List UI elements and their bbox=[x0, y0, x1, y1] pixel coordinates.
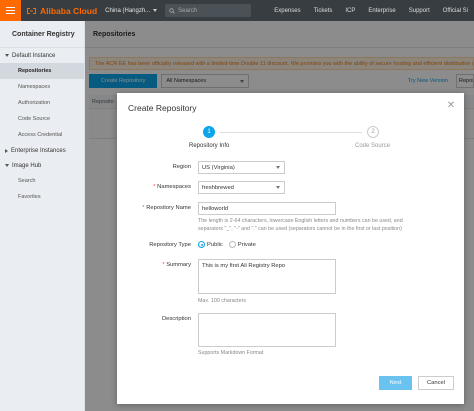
sidebar-group-enterprise-instances[interactable]: Enterprise Instances bbox=[0, 143, 84, 158]
sidebar: Container Registry Default Instance Repo… bbox=[0, 21, 85, 411]
sidebar-item-namespaces[interactable]: Namespaces bbox=[0, 79, 84, 95]
alibaba-logo-icon bbox=[27, 7, 36, 14]
radio-public[interactable]: Public bbox=[198, 241, 223, 248]
sidebar-group-label: Image Hub bbox=[12, 162, 42, 169]
alibaba-cloud-logo[interactable]: Alibaba Cloud bbox=[26, 6, 97, 16]
repository-type-label: Repository Type bbox=[149, 242, 191, 248]
region-label: China (Hangzh... bbox=[105, 7, 151, 14]
step-1-circle: 1 bbox=[203, 126, 215, 138]
top-link-icp[interactable]: ICP bbox=[345, 8, 355, 14]
caret-down-icon bbox=[5, 164, 9, 167]
description-hint: Supports Markdown Format bbox=[198, 350, 264, 356]
sidebar-item-repositories[interactable]: Repositories bbox=[0, 63, 84, 79]
summary-label-text: Summary bbox=[166, 262, 191, 268]
top-links: Expenses Tickets ICP Enterprise Support … bbox=[274, 8, 474, 14]
radio-unselected-icon bbox=[228, 241, 236, 248]
caret-down-icon bbox=[5, 54, 9, 57]
repository-name-hint: The length is 2-64 characters, lowercase… bbox=[198, 218, 403, 233]
region-select[interactable]: US (Virginia) bbox=[198, 161, 285, 174]
sidebar-item-code-source[interactable]: Code Source bbox=[0, 111, 84, 127]
repository-name-hint-line-2: separators "_", "-" and "." can be used … bbox=[198, 225, 402, 232]
step-2-circle: 2 bbox=[367, 126, 379, 138]
top-link-enterprise[interactable]: Enterprise bbox=[368, 8, 395, 14]
sidebar-item-authorization[interactable]: Authorization bbox=[0, 95, 84, 111]
radio-private[interactable]: Private bbox=[228, 241, 256, 248]
hamburger-menu-icon[interactable] bbox=[0, 0, 21, 21]
search-input[interactable]: Search bbox=[165, 4, 252, 17]
summary-textarea[interactable]: This is my first Ali Registry Repo bbox=[198, 259, 336, 294]
top-link-support[interactable]: Support bbox=[409, 8, 430, 14]
top-link-expenses[interactable]: Expenses bbox=[274, 8, 300, 14]
sidebar-title: Container Registry bbox=[0, 21, 84, 48]
sidebar-item-search[interactable]: Search bbox=[0, 173, 84, 189]
step-indicator: 1 2 Repository Info Code Source bbox=[117, 126, 464, 154]
description-textarea[interactable] bbox=[198, 313, 336, 347]
search-icon bbox=[169, 7, 175, 14]
top-link-tickets[interactable]: Tickets bbox=[314, 8, 333, 14]
namespace-value: freshbrewed bbox=[202, 184, 234, 191]
description-label: Description bbox=[162, 316, 191, 322]
region-label-text: Region bbox=[172, 164, 191, 170]
chevron-down-icon bbox=[153, 9, 158, 12]
radio-public-label: Public bbox=[207, 241, 223, 248]
chevron-down-icon bbox=[276, 166, 280, 169]
close-icon[interactable]: ✕ bbox=[446, 101, 456, 111]
radio-private-label: Private bbox=[237, 241, 256, 248]
repository-name-label-text: Repository Name bbox=[146, 205, 191, 211]
step-connector bbox=[220, 132, 362, 133]
create-repository-dialog: Create Repository ✕ 1 2 Repository Info … bbox=[117, 93, 464, 404]
namespace-label: * Namespaces bbox=[137, 184, 191, 190]
summary-value: This is my first Ali Registry Repo bbox=[202, 263, 286, 269]
region-selector[interactable]: China (Hangzh... bbox=[105, 7, 158, 14]
sidebar-group-image-hub[interactable]: Image Hub bbox=[0, 158, 84, 173]
repository-name-value: helloworld bbox=[202, 205, 229, 212]
sidebar-group-label: Enterprise Instances bbox=[11, 147, 66, 154]
namespace-label-text: Namespaces bbox=[157, 184, 191, 190]
sidebar-group-default-instance[interactable]: Default Instance bbox=[0, 48, 84, 63]
repository-type-radio-group: Public Private bbox=[198, 241, 262, 248]
top-link-official-site[interactable]: Official Si bbox=[443, 8, 468, 14]
logo-text: Alibaba Cloud bbox=[40, 5, 98, 16]
step-2-label: Code Source bbox=[355, 143, 391, 149]
dialog-title: Create Repository bbox=[128, 103, 197, 113]
step-1-label: Repository Info bbox=[189, 143, 230, 149]
summary-label: * Summary bbox=[153, 262, 191, 268]
next-button[interactable]: Next bbox=[379, 376, 412, 390]
sidebar-item-access-credential[interactable]: Access Credential bbox=[0, 127, 84, 143]
repository-name-input[interactable]: helloworld bbox=[198, 202, 336, 215]
search-placeholder: Search bbox=[178, 7, 198, 14]
repository-name-hint-line-1: The length is 2-64 characters, lowercase… bbox=[198, 218, 403, 224]
sidebar-group-label: Default Instance bbox=[12, 52, 56, 59]
region-value: US (Virginia) bbox=[202, 164, 235, 171]
cancel-button[interactable]: Cancel bbox=[418, 376, 454, 390]
repository-name-label: * Repository Name bbox=[134, 205, 191, 211]
sidebar-item-favorites[interactable]: Favorites bbox=[0, 189, 84, 205]
summary-hint: Max. 100 characters bbox=[198, 298, 246, 304]
radio-selected-icon bbox=[198, 241, 205, 248]
top-navigation-bar: Alibaba Cloud China (Hangzh... Search Ex… bbox=[0, 0, 474, 21]
chevron-down-icon bbox=[276, 186, 280, 189]
caret-right-icon bbox=[5, 148, 8, 153]
region-label: Region bbox=[151, 164, 191, 170]
namespace-select[interactable]: freshbrewed bbox=[198, 181, 285, 194]
